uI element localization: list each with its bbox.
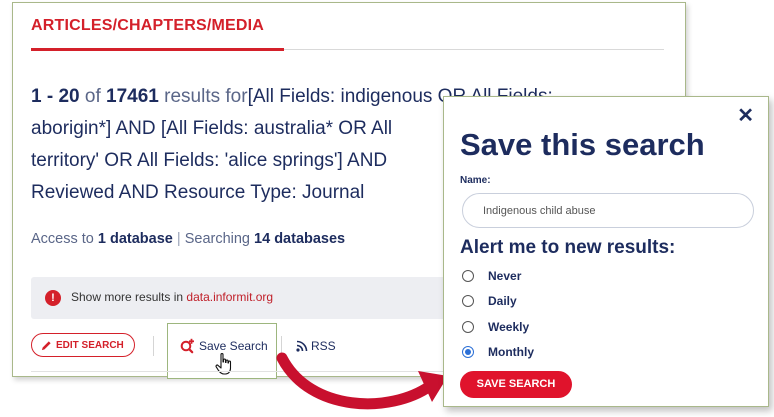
alert-heading: Alert me to new results: bbox=[460, 237, 676, 258]
edit-search-label: EDIT SEARCH bbox=[56, 339, 124, 351]
heading-underline bbox=[31, 48, 284, 51]
searching-count-link[interactable]: 14 databases bbox=[254, 231, 345, 247]
informit-link[interactable]: data.informit.org bbox=[186, 290, 273, 304]
alert-option-label: Monthly bbox=[488, 345, 534, 359]
search-name-input[interactable] bbox=[462, 193, 754, 228]
radio-button[interactable] bbox=[462, 321, 474, 333]
save-search-label: Save Search bbox=[199, 339, 268, 353]
results-total: 17461 bbox=[106, 86, 159, 107]
info-icon: ! bbox=[45, 290, 61, 306]
name-label: Name: bbox=[460, 175, 491, 186]
results-for: results for bbox=[164, 86, 248, 107]
pencil-icon bbox=[41, 340, 51, 350]
curved-arrow-icon bbox=[276, 352, 448, 410]
save-search-icon bbox=[180, 338, 194, 354]
alert-option-never[interactable]: Never bbox=[462, 269, 521, 283]
alert-option-monthly[interactable]: Monthly bbox=[462, 345, 534, 359]
divider bbox=[284, 49, 664, 50]
access-to-label: Access to bbox=[31, 231, 94, 247]
database-count-link[interactable]: 1 database bbox=[98, 231, 173, 247]
radio-button[interactable] bbox=[462, 295, 474, 307]
save-search-button[interactable]: SAVE SEARCH bbox=[460, 371, 572, 398]
toolbar-divider bbox=[153, 336, 154, 356]
alert-option-label: Weekly bbox=[488, 320, 530, 334]
alert-option-label: Never bbox=[488, 269, 522, 283]
alert-option-label: Daily bbox=[488, 294, 517, 308]
searching-label: Searching bbox=[184, 231, 250, 247]
notice-text: Show more results in data.informit.org bbox=[71, 290, 273, 304]
section-heading: ARTICLES/CHAPTERS/MEDIA bbox=[31, 17, 265, 34]
access-info: Access to 1 database | Searching 14 data… bbox=[31, 231, 345, 247]
modal-title: Save this search bbox=[460, 127, 705, 162]
notice-message: Show more results in bbox=[71, 290, 184, 304]
save-search-modal: ✕ Save this search Name: Alert me to new… bbox=[443, 96, 769, 407]
access-separator: | bbox=[176, 231, 181, 247]
alert-option-daily[interactable]: Daily bbox=[462, 294, 517, 308]
results-range: 1 - 20 bbox=[31, 86, 80, 107]
results-of: of bbox=[84, 86, 101, 107]
edit-search-button[interactable]: EDIT SEARCH bbox=[31, 333, 135, 357]
close-icon[interactable]: ✕ bbox=[737, 103, 754, 128]
alert-option-weekly[interactable]: Weekly bbox=[462, 320, 529, 334]
radio-button-selected[interactable] bbox=[462, 346, 474, 358]
hand-cursor-icon bbox=[215, 352, 232, 375]
radio-button[interactable] bbox=[462, 270, 474, 282]
